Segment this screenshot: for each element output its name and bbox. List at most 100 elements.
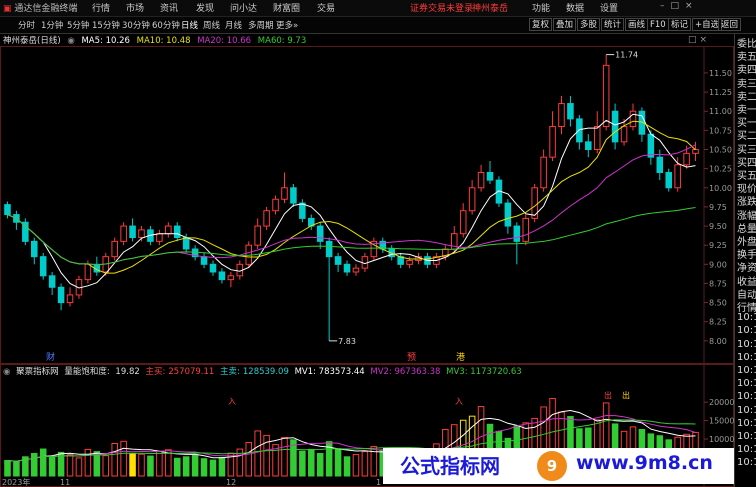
- candle[interactable]: [477, 164, 485, 192]
- candle[interactable]: [31, 237, 38, 265]
- restore-icon[interactable]: □: [688, 35, 700, 45]
- candle[interactable]: [540, 149, 547, 192]
- tab-more[interactable]: 更多»: [276, 19, 298, 31]
- volume-bar[interactable]: [4, 459, 11, 477]
- entry-signal-icon[interactable]: 入: [455, 397, 463, 406]
- candle[interactable]: [611, 103, 619, 150]
- menu-caifuquan[interactable]: 财富圈: [273, 1, 300, 14]
- volume-bar[interactable]: [129, 452, 136, 477]
- volume-bar[interactable]: [352, 454, 360, 477]
- volume-bar[interactable]: [316, 452, 324, 477]
- candle[interactable]: [39, 252, 47, 280]
- volume-bar[interactable]: [173, 457, 181, 477]
- volume-bar[interactable]: [66, 454, 74, 477]
- candle[interactable]: [325, 237, 333, 341]
- candle[interactable]: [308, 214, 315, 230]
- volume-bar[interactable]: [370, 445, 378, 477]
- volume-bar[interactable]: [147, 455, 154, 477]
- volume-bar[interactable]: [281, 437, 288, 477]
- volume-bar[interactable]: [48, 456, 56, 477]
- indicator-icon[interactable]: ◉: [3, 367, 10, 377]
- volume-bar[interactable]: [84, 448, 92, 477]
- candle[interactable]: [459, 203, 467, 238]
- settings-icon[interactable]: ◉: [67, 36, 74, 46]
- tab-60min[interactable]: 60分钟: [152, 19, 180, 31]
- volume-bar[interactable]: [343, 456, 351, 477]
- candle[interactable]: [531, 183, 538, 223]
- panel-controls[interactable]: □×: [688, 35, 710, 45]
- menu-shezhi[interactable]: 设置: [600, 1, 618, 14]
- candle[interactable]: [468, 180, 476, 215]
- candle[interactable]: [22, 218, 29, 246]
- tool-tongji[interactable]: 统计: [601, 18, 625, 31]
- candle[interactable]: [299, 199, 306, 223]
- hk-connect-event-icon[interactable]: 港: [456, 351, 465, 363]
- candle[interactable]: [227, 271, 235, 288]
- candle[interactable]: [200, 252, 208, 269]
- volume-bar[interactable]: [245, 441, 253, 477]
- candle[interactable]: [504, 199, 512, 234]
- tab-weekly[interactable]: 周线: [203, 19, 220, 31]
- candle[interactable]: [138, 226, 145, 242]
- candle[interactable]: [316, 222, 324, 250]
- menu-wenxiaoda[interactable]: 问小达: [230, 1, 257, 14]
- volume-bar[interactable]: [361, 451, 369, 477]
- volume-bar[interactable]: [111, 443, 118, 477]
- candle[interactable]: [129, 218, 136, 242]
- candle[interactable]: [57, 283, 65, 311]
- menu-zixun[interactable]: 资讯: [160, 1, 178, 14]
- tab-15min[interactable]: 15分钟: [92, 19, 120, 31]
- menu-shichang[interactable]: 市场: [126, 1, 144, 14]
- tab-fenshi[interactable]: 分时: [18, 19, 35, 31]
- candle[interactable]: [486, 160, 494, 184]
- candle[interactable]: [263, 206, 270, 230]
- candle[interactable]: [567, 95, 574, 127]
- login-status[interactable]: 证券交易未登录: [410, 1, 473, 14]
- maximize-icon[interactable]: □: [671, 1, 686, 11]
- candle[interactable]: [120, 222, 127, 246]
- candle[interactable]: [334, 252, 342, 272]
- volume-bar[interactable]: [39, 448, 47, 477]
- candle[interactable]: [352, 264, 360, 276]
- volume-bar[interactable]: [209, 459, 217, 477]
- volume-bar[interactable]: [200, 458, 208, 477]
- volume-bar[interactable]: [31, 452, 38, 477]
- volume-bar[interactable]: [156, 450, 163, 477]
- tab-5min[interactable]: 5分钟: [67, 19, 89, 31]
- tool-fuquan[interactable]: 复权: [529, 18, 553, 31]
- candle[interactable]: [629, 103, 637, 131]
- tool-biaoji[interactable]: 标记: [668, 18, 692, 31]
- close-icon[interactable]: ×: [685, 1, 699, 11]
- candle[interactable]: [218, 268, 226, 284]
- candle[interactable]: [165, 222, 172, 238]
- exit-signal-icon[interactable]: 出: [622, 390, 630, 400]
- candle[interactable]: [254, 218, 261, 250]
- menu-gongneng[interactable]: 功能: [532, 1, 550, 14]
- candle[interactable]: [638, 107, 646, 142]
- candle[interactable]: [593, 111, 601, 154]
- tool-diejia[interactable]: 叠加: [553, 18, 577, 31]
- tool-duogu[interactable]: 多股: [577, 18, 601, 31]
- finance-event-icon[interactable]: 财: [46, 351, 55, 363]
- panel-close-icon[interactable]: ×: [700, 35, 711, 45]
- candle[interactable]: [66, 287, 74, 307]
- candle[interactable]: [173, 222, 181, 242]
- volume-bar[interactable]: [308, 448, 315, 477]
- candle[interactable]: [272, 195, 279, 215]
- candle[interactable]: [674, 157, 681, 192]
- menu-faxian[interactable]: 发现: [196, 1, 214, 14]
- volume-bar[interactable]: [120, 440, 127, 477]
- volume-bar[interactable]: [191, 454, 199, 477]
- candle[interactable]: [343, 260, 351, 276]
- volume-bar[interactable]: [218, 457, 226, 477]
- window-controls[interactable]: –□×: [660, 1, 699, 11]
- candle[interactable]: [522, 214, 530, 246]
- volume-bar[interactable]: [182, 456, 190, 477]
- candle[interactable]: [558, 95, 565, 135]
- tool-huaxian[interactable]: 画线: [625, 18, 649, 31]
- candle[interactable]: [111, 237, 118, 261]
- candle[interactable]: [209, 260, 217, 276]
- tab-multi-period[interactable]: 多周期: [248, 19, 274, 31]
- candle[interactable]: [585, 134, 592, 158]
- volume-bar[interactable]: [138, 453, 145, 477]
